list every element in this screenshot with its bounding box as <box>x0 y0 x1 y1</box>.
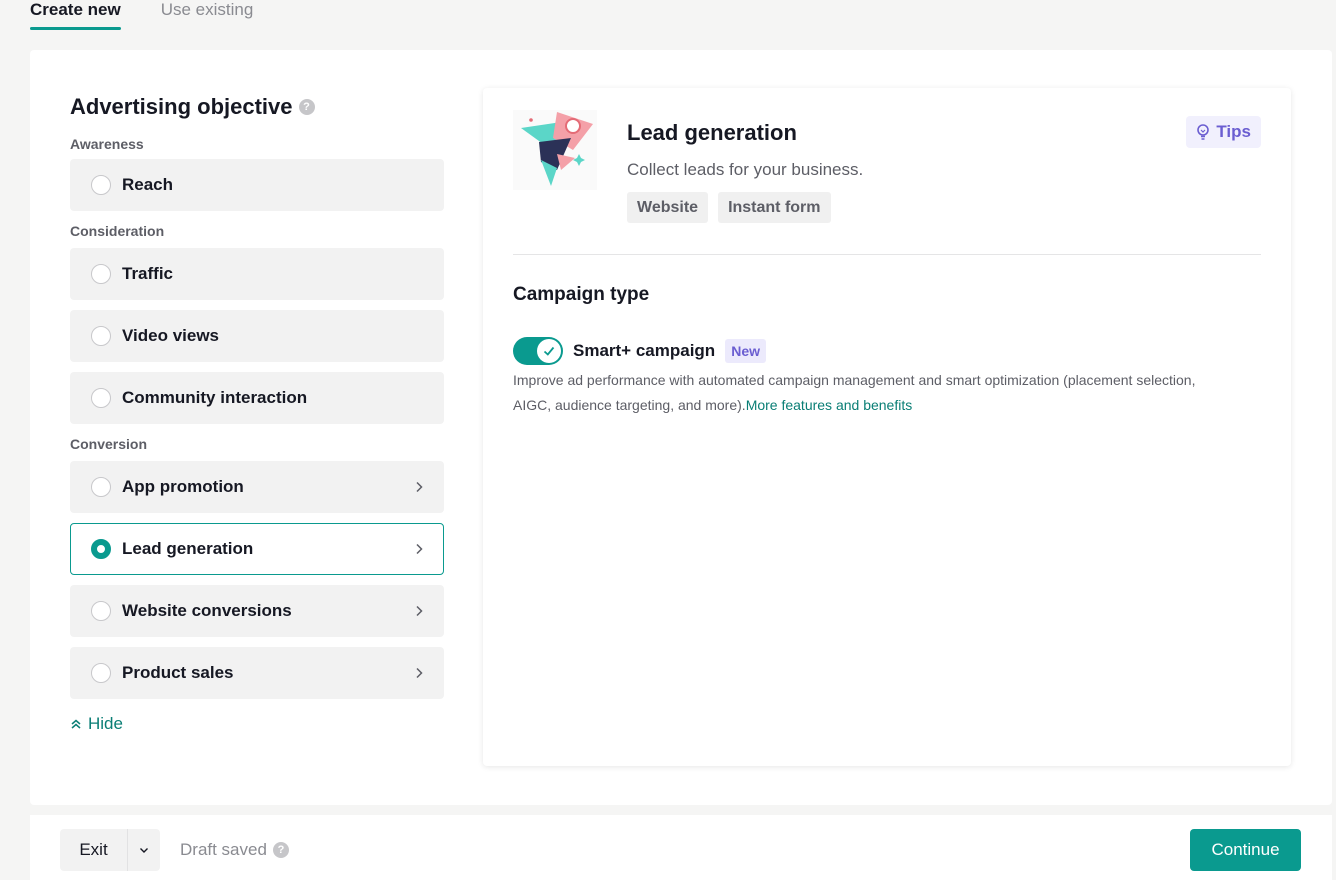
draft-status: Draft saved ? <box>180 840 289 860</box>
hide-button[interactable]: Hide <box>70 713 444 735</box>
group-label-conversion: Conversion <box>70 436 148 452</box>
radio-icon[interactable] <box>91 264 111 284</box>
tag-instant-form: Instant form <box>718 192 831 223</box>
option-traffic[interactable]: Traffic <box>70 248 444 300</box>
radio-icon[interactable] <box>91 663 111 683</box>
radio-icon[interactable] <box>91 175 111 195</box>
new-badge: New <box>725 339 766 363</box>
option-label: Community interaction <box>122 388 308 407</box>
chevron-right-icon <box>416 543 423 555</box>
option-label: Traffic <box>122 264 174 283</box>
tab-bar: Create new Use existing <box>30 0 253 30</box>
objective-detail-description: Collect leads for your business. <box>627 160 864 179</box>
help-icon[interactable]: ? <box>298 99 315 115</box>
exit-dropdown-button[interactable] <box>128 829 160 871</box>
objective-detail-card: Lead generation Collect leads for your b… <box>483 88 1291 766</box>
tab-create-new[interactable]: Create new <box>30 0 121 30</box>
option-label: Product sales <box>122 663 234 682</box>
tag-website: Website <box>627 192 709 223</box>
option-video-views[interactable]: Video views <box>70 310 444 362</box>
help-icon[interactable]: ? <box>272 842 289 858</box>
chevron-double-up-icon <box>71 719 81 729</box>
radio-icon[interactable] <box>91 601 111 621</box>
option-community-interaction[interactable]: Community interaction <box>70 372 444 424</box>
option-reach[interactable]: Reach <box>70 159 444 211</box>
chevron-right-icon <box>416 605 423 617</box>
lightbulb-icon <box>1197 124 1210 140</box>
smart-campaign-row: Smart+ campaign New <box>513 337 766 365</box>
main-card: Advertising objective ? Awareness Reach … <box>30 50 1332 805</box>
more-features-link[interactable]: More features and benefits <box>746 397 913 413</box>
option-app-promotion[interactable]: App promotion <box>70 461 444 513</box>
campaign-type-title: Campaign type <box>513 284 650 305</box>
smart-campaign-label: Smart+ campaign <box>573 341 716 360</box>
smart-campaign-description: Improve ad performance with automated ca… <box>513 368 1233 418</box>
divider <box>513 254 1261 255</box>
group-label-awareness: Awareness <box>70 136 144 152</box>
bottom-bar: Exit Draft saved ? Continue <box>30 815 1332 880</box>
radio-icon[interactable] <box>91 388 111 408</box>
option-lead-generation[interactable]: Lead generation <box>70 523 444 575</box>
objective-title: Advertising objective <box>70 94 293 119</box>
objective-panel: Advertising objective ? Awareness Reach … <box>70 92 444 735</box>
chevron-right-icon <box>416 667 423 679</box>
checkmark-icon <box>543 346 555 356</box>
exit-button[interactable]: Exit <box>60 829 128 871</box>
objective-detail-title: Lead generation <box>627 120 797 145</box>
lead-generation-illustration <box>513 110 597 190</box>
objective-heading: Advertising objective ? <box>70 92 444 122</box>
option-label: Lead generation <box>122 539 254 558</box>
tips-button[interactable]: Tips <box>1186 116 1261 148</box>
draft-label: Draft saved <box>180 840 267 859</box>
radio-icon[interactable] <box>91 539 111 559</box>
radio-icon[interactable] <box>91 326 111 346</box>
option-label: App promotion <box>122 477 244 496</box>
objective-tags: Website Instant form <box>627 192 831 223</box>
option-label: Website conversions <box>122 601 292 620</box>
option-label: Reach <box>122 175 174 194</box>
smart-campaign-toggle[interactable] <box>513 337 563 365</box>
group-label-consideration: Consideration <box>70 223 165 239</box>
radio-icon[interactable] <box>91 477 111 497</box>
tab-use-existing[interactable]: Use existing <box>161 0 254 30</box>
exit-button-group: Exit <box>60 829 160 871</box>
hide-label: Hide <box>88 714 123 733</box>
continue-button[interactable]: Continue <box>1190 829 1301 871</box>
chevron-right-icon <box>416 481 423 493</box>
tips-label: Tips <box>1216 122 1251 141</box>
toggle-knob <box>537 339 561 363</box>
option-website-conversions[interactable]: Website conversions <box>70 585 444 637</box>
chevron-down-icon <box>140 848 148 853</box>
option-label: Video views <box>122 326 220 345</box>
option-product-sales[interactable]: Product sales <box>70 647 444 699</box>
